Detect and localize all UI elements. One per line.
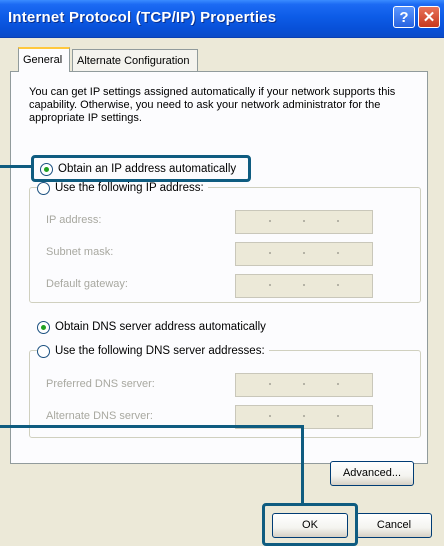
- callout-highlight-ok: [262, 503, 358, 546]
- window-title: Internet Protocol (TCP/IP) Properties: [8, 9, 277, 26]
- radio-use-following-ip[interactable]: Use the following IP address:: [37, 180, 208, 196]
- title-bar[interactable]: Internet Protocol (TCP/IP) Properties ? …: [0, 0, 444, 38]
- obtain-dns-label: Obtain DNS server address automatically: [55, 321, 266, 333]
- description-text: You can get IP settings assigned automat…: [29, 86, 396, 124]
- callout-highlight-obtain-ip: [31, 155, 251, 182]
- tab-alternate-configuration[interactable]: Alternate Configuration: [72, 49, 198, 71]
- tcpip-properties-dialog: Internet Protocol (TCP/IP) Properties ? …: [0, 0, 444, 546]
- cancel-button[interactable]: Cancel: [356, 513, 432, 538]
- callout-line-ok-vertical: [301, 425, 304, 505]
- radio-button-icon[interactable]: [37, 181, 50, 195]
- preferred-dns-input[interactable]: [235, 373, 373, 397]
- advanced-button[interactable]: Advanced...: [330, 461, 414, 486]
- use-following-dns-label: Use the following DNS server addresses:: [55, 345, 265, 357]
- default-gateway-input[interactable]: [235, 274, 373, 298]
- callout-line-ok-horizontal: [0, 425, 304, 428]
- radio-use-following-dns[interactable]: Use the following DNS server addresses:: [37, 343, 269, 359]
- radio-button-icon[interactable]: [37, 320, 50, 334]
- alternate-dns-label: Alternate DNS server:: [46, 410, 153, 422]
- default-gateway-label: Default gateway:: [46, 278, 128, 290]
- radio-obtain-dns-automatically[interactable]: Obtain DNS server address automatically: [37, 319, 266, 335]
- preferred-dns-label: Preferred DNS server:: [46, 378, 155, 390]
- close-icon[interactable]: ✕: [418, 6, 440, 28]
- subnet-mask-input[interactable]: [235, 242, 373, 266]
- ip-address-input[interactable]: [235, 210, 373, 234]
- tab-general[interactable]: General: [18, 47, 70, 72]
- use-following-ip-label: Use the following IP address:: [55, 182, 204, 194]
- ip-address-label: IP address:: [46, 214, 102, 226]
- help-icon[interactable]: ?: [393, 6, 415, 28]
- callout-line-obtain-ip: [0, 165, 34, 168]
- subnet-mask-label: Subnet mask:: [46, 246, 114, 258]
- radio-button-icon[interactable]: [37, 344, 50, 358]
